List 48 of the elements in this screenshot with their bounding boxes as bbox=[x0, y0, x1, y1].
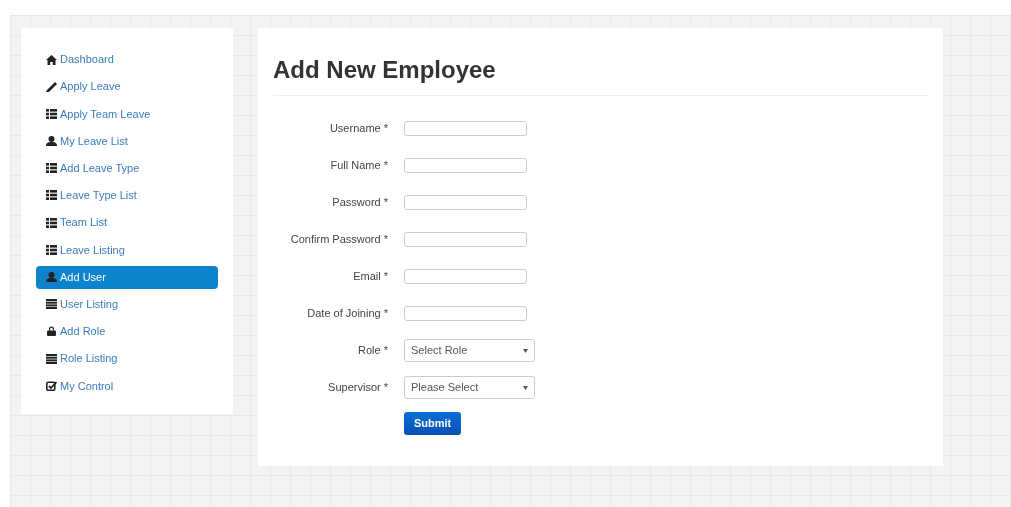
field-label: Email * bbox=[352, 269, 388, 285]
user-icon bbox=[46, 136, 57, 147]
select-value: Please Select bbox=[411, 380, 479, 396]
sidebar-item[interactable]: Apply Leave bbox=[36, 75, 218, 99]
field-label: Confirm Password * bbox=[289, 232, 388, 248]
sidebar-item[interactable]: Apply Team Leave bbox=[36, 102, 218, 126]
select-field[interactable]: Select Role bbox=[404, 339, 535, 362]
sidebar-item[interactable]: Role Listing bbox=[36, 347, 218, 371]
select-value: Select Role bbox=[411, 343, 468, 359]
sidebar-item[interactable]: Add User bbox=[36, 265, 218, 289]
sidebar-item[interactable]: Leave Listing bbox=[36, 238, 218, 262]
input-field[interactable] bbox=[404, 232, 527, 247]
field-label: Date of Joining * bbox=[306, 306, 388, 322]
field-label: Password * bbox=[331, 195, 388, 211]
check-square-icon bbox=[46, 380, 57, 391]
list-icon bbox=[46, 217, 57, 228]
sidebar-item[interactable]: My Leave List bbox=[36, 129, 218, 153]
sidebar-item[interactable]: User Listing bbox=[36, 292, 218, 316]
caret-icon bbox=[523, 385, 528, 390]
pencil-icon bbox=[46, 81, 57, 92]
input-field[interactable] bbox=[404, 121, 527, 136]
caret-icon bbox=[523, 348, 528, 353]
page-title: Add New Employee bbox=[273, 53, 928, 96]
list-icon bbox=[46, 244, 57, 255]
submit-button[interactable]: Submit bbox=[404, 412, 462, 435]
sidebar-item[interactable]: My Control bbox=[36, 374, 218, 398]
input-field[interactable] bbox=[404, 158, 527, 173]
sidebar-item[interactable]: Add Leave Type bbox=[36, 156, 218, 180]
field-label: Supervisor * bbox=[327, 380, 388, 396]
field-label: Full Name * bbox=[329, 158, 388, 174]
list-icon bbox=[46, 299, 57, 310]
sidebar-item[interactable]: Dashboard bbox=[36, 48, 218, 71]
input-field[interactable] bbox=[404, 269, 527, 284]
field-label: Role * bbox=[357, 343, 388, 359]
list-icon bbox=[46, 163, 57, 174]
sidebar-item[interactable]: Add Role bbox=[36, 319, 218, 343]
input-field[interactable] bbox=[404, 195, 527, 210]
sidebar-item[interactable]: Leave Type List bbox=[36, 183, 218, 207]
select-field[interactable]: Please Select bbox=[404, 376, 535, 399]
lock-icon bbox=[46, 326, 57, 337]
field-label: Username * bbox=[328, 121, 388, 137]
user-icon bbox=[46, 272, 57, 282]
sidebar-item[interactable]: Team List bbox=[36, 211, 218, 235]
input-field[interactable] bbox=[404, 306, 527, 321]
list-icon bbox=[46, 190, 57, 201]
list-icon bbox=[46, 108, 57, 119]
home-icon bbox=[46, 54, 57, 65]
list-icon bbox=[46, 353, 57, 364]
